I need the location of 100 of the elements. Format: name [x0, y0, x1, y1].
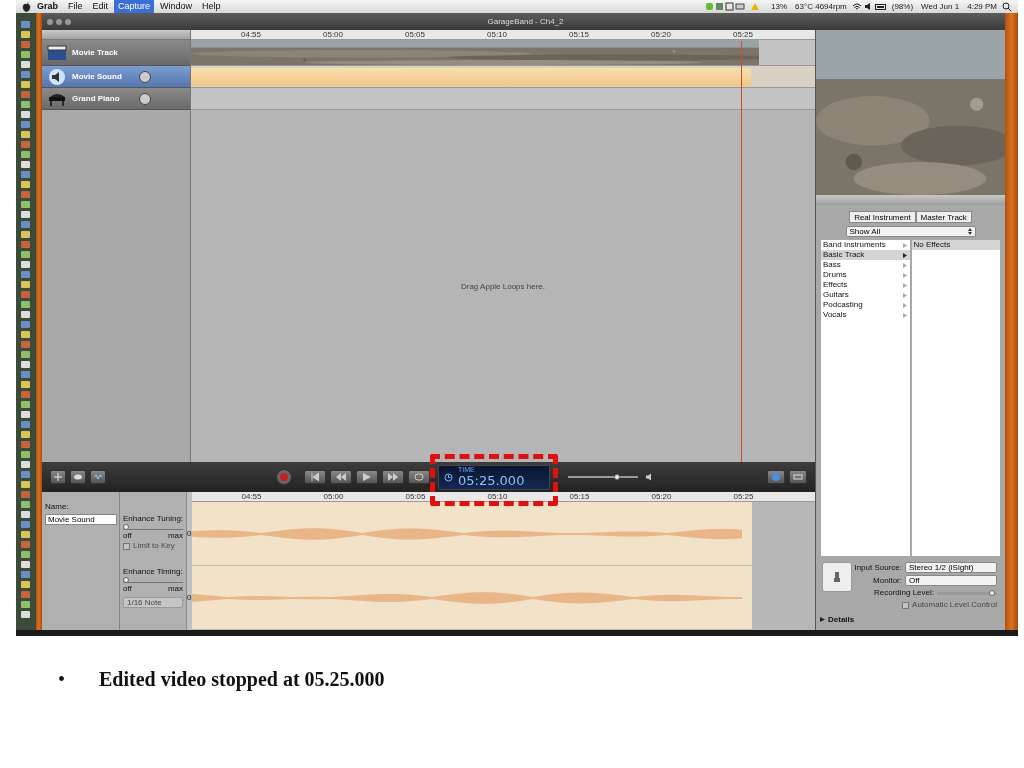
slider-min-label: off [123, 531, 132, 541]
menu-item[interactable]: Capture [114, 0, 155, 13]
details-disclosure[interactable]: Details [816, 615, 855, 624]
go-to-start-button[interactable] [304, 470, 326, 484]
wifi-icon[interactable] [851, 2, 862, 11]
status-text: Wed Jun 1 [920, 2, 961, 11]
cycle-button[interactable] [408, 470, 430, 484]
rewind-icon [336, 473, 346, 481]
status-text: (98%) [890, 2, 915, 11]
apple-icon[interactable] [22, 1, 31, 12]
instrument-button[interactable] [822, 562, 852, 592]
category-item[interactable]: Podcasting [821, 300, 910, 310]
category-item[interactable]: Effects [821, 280, 910, 290]
axis-label: 0 [187, 529, 192, 539]
category-item[interactable]: Basic Track [821, 250, 910, 260]
view-button[interactable] [70, 470, 86, 484]
bullet: • [58, 668, 65, 691]
pan-knob[interactable] [139, 70, 151, 83]
field-label: Recording Level: [873, 588, 934, 598]
record-button[interactable] [276, 469, 292, 485]
ruler-label: 05:10 [487, 492, 509, 501]
category-item[interactable]: Drums [821, 270, 910, 280]
pan-knob[interactable] [139, 92, 151, 105]
track-name: Movie Sound [72, 72, 123, 81]
fast-forward-button[interactable] [382, 470, 404, 484]
editor-button[interactable] [90, 470, 106, 484]
track-header[interactable]: Movie Sound [42, 66, 190, 88]
slider-min-label: off [123, 584, 132, 594]
battery-icon[interactable] [874, 2, 887, 11]
ruler-label: 05:00 [323, 492, 345, 501]
ruler-label: 05:00 [323, 30, 345, 39]
slider-track[interactable] [123, 524, 184, 530]
slider-label: Enhance Tuning: [123, 514, 184, 524]
record-icon [280, 473, 288, 481]
level-thumb[interactable] [989, 589, 996, 596]
filter-select[interactable]: Show All [845, 226, 976, 237]
ruler-label: 05:05 [405, 30, 427, 39]
volume-thumb[interactable] [613, 474, 620, 480]
ruler-label: 05:25 [733, 30, 755, 39]
add-track-button[interactable] [50, 470, 66, 484]
name-field[interactable]: Movie Sound [45, 514, 117, 525]
menu-item[interactable]: File [64, 0, 87, 13]
menu-item[interactable]: Help [198, 0, 225, 13]
slider-label: Enhance Timing: [123, 567, 184, 577]
microphone-icon [833, 572, 841, 582]
ruler-label: 05:05 [405, 492, 427, 501]
field-label: Monitor: [873, 575, 902, 586]
search-icon[interactable] [1002, 1, 1012, 12]
menu-item[interactable]: Window [156, 0, 197, 13]
track-header[interactable]: Grand Piano [42, 88, 190, 110]
segment-button[interactable]: Real Instrument [849, 211, 916, 223]
drop-hint: Drag Apple Loops here. [460, 281, 546, 291]
play-icon [363, 473, 371, 481]
axis-label: 0 [187, 593, 192, 603]
slider-thumb[interactable] [123, 577, 129, 583]
checkbox-label: Limit to Key [133, 541, 175, 551]
category-item[interactable]: Bass [821, 260, 910, 270]
effect-item[interactable]: No Effects [911, 240, 1000, 250]
category-item[interactable]: Band Instruments [821, 240, 910, 250]
slider-track[interactable] [123, 577, 184, 583]
menu-item[interactable]: Grab [33, 0, 62, 13]
slider-thumb[interactable] [123, 524, 129, 530]
lcd-time: 05:25.000 [458, 474, 525, 488]
segment-button[interactable]: Master Track [915, 211, 972, 223]
play-button[interactable] [356, 470, 378, 484]
clock-icon [444, 472, 453, 482]
wave-icon [94, 474, 102, 480]
status-text: 63°C 4694rpm [794, 2, 848, 11]
category-item[interactable]: Guitars [821, 290, 910, 300]
ruler-label: 05:20 [651, 30, 673, 39]
info-icon [772, 473, 780, 481]
stepper-icon [967, 228, 972, 235]
media-icon [793, 474, 803, 480]
ruler-label: 04:55 [241, 30, 263, 39]
slider-max-label: max [167, 584, 184, 594]
speaker-icon [646, 473, 654, 481]
caption-text: Edited video stopped at 05.25.000 [99, 668, 385, 691]
clapperboard-icon [47, 44, 67, 61]
media-button[interactable] [789, 470, 807, 484]
dropdown-field[interactable]: Off [905, 575, 997, 586]
ruler-label: 05:20 [651, 492, 673, 501]
field-label: Input Source: [854, 562, 902, 573]
name-label: Name: [45, 502, 70, 512]
rewind-button[interactable] [330, 470, 352, 484]
plus-icon [54, 473, 62, 481]
window-title: GarageBand - Ch4_2 [487, 17, 565, 26]
track-name: Movie Track [72, 48, 119, 57]
note-select[interactable]: 1/16 Note [123, 597, 184, 608]
dropdown-field[interactable]: Stereo 1/2 (iSight) [905, 562, 997, 573]
track-header[interactable]: Movie Track [42, 40, 190, 66]
volume-icon[interactable] [863, 2, 873, 11]
status-text: 4:29 PM [966, 2, 998, 11]
menu-item[interactable]: Edit [88, 0, 113, 13]
checkbox-label: Automatic Level Control [912, 600, 997, 610]
ruler-label: 04:55 [241, 492, 263, 501]
category-item[interactable]: Vocals [821, 310, 910, 320]
ruler-label: 05:10 [487, 30, 509, 39]
info-button[interactable] [767, 470, 785, 484]
track-name: Grand Piano [72, 94, 121, 103]
speaker-icon [47, 67, 67, 86]
